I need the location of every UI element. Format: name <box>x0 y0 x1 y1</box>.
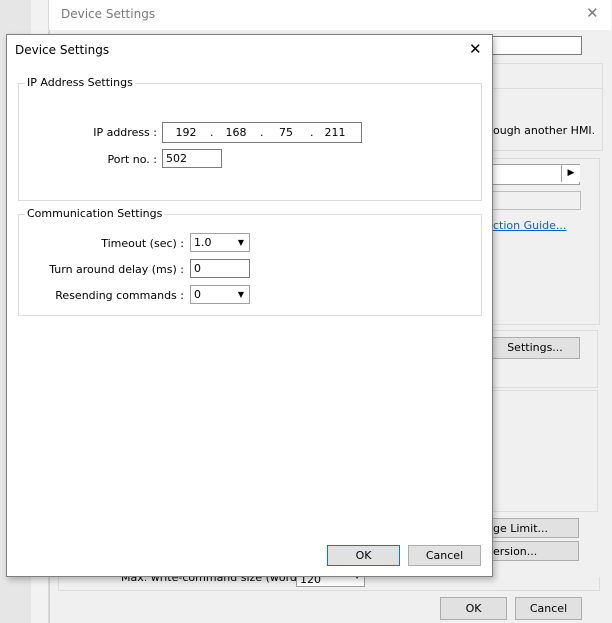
background-disabled-input <box>491 191 581 210</box>
settings-button[interactable]: Settings... <box>491 337 580 359</box>
ok-button[interactable]: OK <box>327 545 400 566</box>
resending-commands-select[interactable]: 0 ▼ <box>190 285 250 304</box>
ip-octet-3[interactable]: 75 <box>269 126 303 139</box>
close-icon[interactable]: ✕ <box>586 4 599 22</box>
ip-octet-1[interactable]: 192 <box>169 126 203 139</box>
chevron-down-icon: ▼ <box>237 290 244 299</box>
timeout-value: 1.0 <box>194 236 212 249</box>
ip-dot: . <box>260 126 264 139</box>
turnaround-delay-label: Turn around delay (ms) : <box>49 263 184 276</box>
ip-octet-4[interactable]: 211 <box>318 126 352 139</box>
background-window-title: Device Settings <box>61 7 156 21</box>
chevron-down-icon: ▼ <box>237 238 244 247</box>
ip-address-field[interactable]: 192 . 168 . 75 . 211 <box>162 122 362 143</box>
version-button[interactable]: ersion... <box>491 541 579 561</box>
background-text-input[interactable] <box>491 36 582 55</box>
cancel-button[interactable]: Cancel <box>408 545 481 566</box>
background-cancel-button[interactable]: Cancel <box>515 597 582 620</box>
timeout-select[interactable]: 1.0 ▼ <box>190 233 250 252</box>
ip-address-settings-legend: IP Address Settings <box>25 76 135 89</box>
resending-commands-label: Resending commands : <box>55 289 184 302</box>
background-info-text: ough another HMI. <box>493 124 596 137</box>
close-icon[interactable]: ✕ <box>469 40 482 58</box>
connection-guide-link[interactable]: ction Guide... <box>493 219 566 232</box>
ip-dot: . <box>210 126 214 139</box>
ip-octet-2[interactable]: 168 <box>219 126 253 139</box>
port-label: Port no. : <box>107 153 157 166</box>
background-group-divider <box>491 88 602 89</box>
ip-address-label: IP address : <box>93 126 157 139</box>
ip-dot: . <box>310 126 314 139</box>
port-input[interactable]: 502 <box>162 149 222 168</box>
timeout-label: Timeout (sec) : <box>101 237 184 250</box>
resending-commands-value: 0 <box>194 288 201 301</box>
dialog-title: Device Settings <box>15 43 110 57</box>
communication-settings-legend: Communication Settings <box>25 207 165 220</box>
device-settings-dialog: Device Settings ✕ IP Address Settings IP… <box>6 34 493 577</box>
background-group-box <box>491 390 598 512</box>
triangle-right-icon[interactable]: ▶ <box>561 165 580 182</box>
age-limit-button[interactable]: ge Limit... <box>491 518 579 538</box>
turnaround-delay-input[interactable]: 0 <box>190 259 250 278</box>
background-group-box <box>491 63 603 151</box>
background-ok-button[interactable]: OK <box>440 597 507 620</box>
